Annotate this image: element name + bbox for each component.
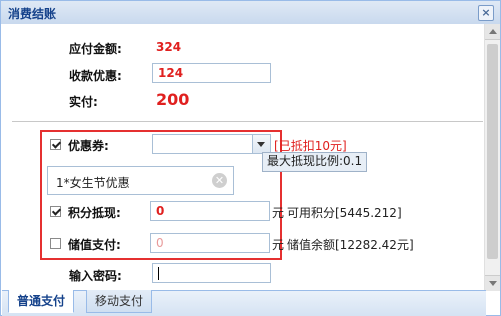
payment-tabbar: 普通支付 移动支付	[2, 290, 486, 316]
points-unit: 元	[272, 206, 285, 220]
remove-icon[interactable]: ✕	[212, 173, 227, 188]
scroll-thumb[interactable]	[487, 44, 498, 259]
payable-label: 应付金额:	[69, 42, 122, 56]
window-title: 消费结账	[8, 7, 57, 21]
points-checkbox[interactable]	[50, 206, 61, 217]
vertical-scrollbar[interactable]	[484, 24, 500, 291]
stored-value-balance: 储值余额[12282.42元]	[287, 238, 414, 252]
tab-mobile-payment[interactable]: 移动支付	[86, 290, 153, 313]
discount-input[interactable]: 124	[152, 63, 271, 83]
close-button[interactable]: ×	[478, 5, 494, 21]
points-label: 积分抵现:	[68, 206, 121, 220]
password-label: 输入密码:	[69, 269, 122, 283]
password-input[interactable]	[152, 263, 271, 283]
tab-normal-payment[interactable]: 普通支付	[8, 290, 75, 313]
window-titlebar: 消费结账 ×	[0, 0, 501, 24]
stored-value-checkbox[interactable]	[50, 238, 61, 249]
scroll-down-arrow-icon[interactable]	[485, 275, 500, 291]
coupon-tag: 1*女生节优惠 ✕	[47, 166, 234, 195]
stored-value-label: 储值支付:	[68, 238, 121, 252]
coupon-tag-text: 1*女生节优惠	[56, 176, 130, 190]
coupon-select[interactable]	[152, 134, 271, 154]
actual-label: 实付:	[69, 95, 98, 109]
points-input[interactable]: 0	[150, 201, 270, 221]
coupon-label: 优惠券:	[68, 139, 109, 153]
text-cursor	[158, 267, 159, 280]
discount-label: 收款优惠:	[69, 69, 122, 83]
actual-amount: 200	[156, 90, 190, 109]
stored-value-unit: 元	[272, 238, 285, 252]
stored-value-input[interactable]: 0	[150, 233, 270, 253]
scroll-up-arrow-icon[interactable]	[485, 24, 500, 40]
coupon-checkbox[interactable]	[50, 139, 61, 150]
chevron-down-icon[interactable]	[252, 135, 270, 153]
points-available: 可用积分[5445.212]	[287, 206, 402, 220]
payable-amount: 324	[156, 40, 182, 54]
divider	[12, 121, 483, 122]
coupon-ratio-tooltip: 最大抵现比例:0.1	[262, 152, 368, 172]
